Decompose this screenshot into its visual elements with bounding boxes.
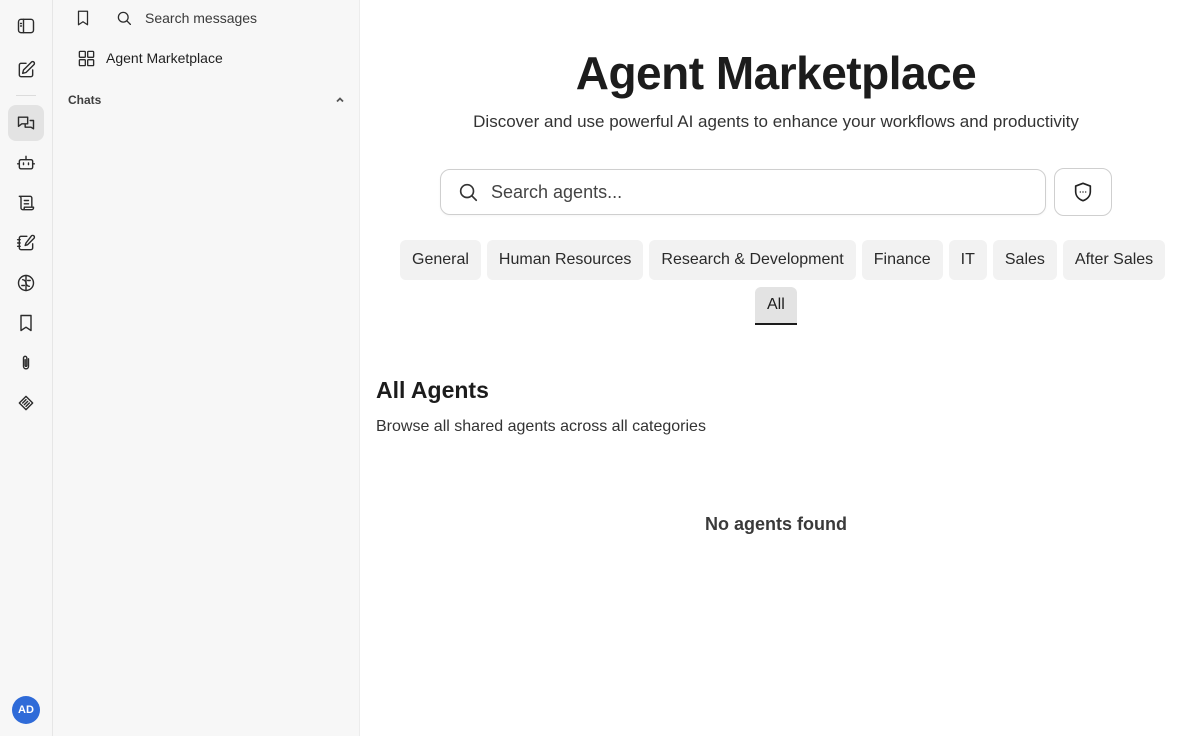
side-panel: Search messages Agent Marketplace Chats bbox=[53, 0, 360, 736]
tab-general[interactable]: General bbox=[400, 240, 481, 280]
scroll-icon bbox=[18, 195, 35, 211]
bookmark-icon bbox=[20, 314, 32, 332]
search-icon bbox=[459, 183, 478, 202]
bookmark-icon bbox=[77, 10, 89, 26]
sidebar-toggle-button[interactable] bbox=[8, 8, 44, 44]
page-title: Agent Marketplace bbox=[575, 47, 977, 99]
rail-divider bbox=[16, 95, 36, 96]
admin-settings-button[interactable] bbox=[1054, 168, 1112, 216]
bot-icon bbox=[16, 155, 36, 170]
search-icon bbox=[117, 11, 132, 26]
attachments-button[interactable] bbox=[8, 345, 44, 381]
brain-icon bbox=[17, 274, 35, 292]
tab-finance[interactable]: Finance bbox=[861, 240, 943, 280]
page-subtitle: Discover and use powerful AI agents to e… bbox=[473, 112, 1079, 131]
tab-it[interactable]: IT bbox=[948, 240, 987, 280]
empty-state-message: No agents found bbox=[705, 514, 847, 534]
section-title: All Agents bbox=[376, 377, 489, 403]
chats-icon bbox=[17, 116, 35, 130]
notebook-pen-icon bbox=[16, 234, 36, 251]
grid-icon bbox=[78, 50, 95, 66]
chats-label: Chats bbox=[68, 93, 102, 107]
shield-icon bbox=[1074, 182, 1092, 202]
new-chat-icon bbox=[18, 60, 36, 78]
new-chat-button[interactable] bbox=[8, 52, 44, 88]
tools-button[interactable] bbox=[8, 385, 44, 421]
agent-marketplace-link[interactable]: Agent Marketplace bbox=[77, 47, 223, 69]
search-messages[interactable]: Search messages bbox=[115, 8, 257, 28]
chats-section-toggle[interactable]: Chats bbox=[68, 92, 345, 108]
tab-all[interactable]: All bbox=[755, 287, 797, 325]
notes-button[interactable] bbox=[8, 225, 44, 261]
section-subtitle: Browse all shared agents across all cate… bbox=[376, 418, 706, 435]
paperclip-icon bbox=[22, 355, 30, 370]
bookmarks-button[interactable] bbox=[8, 305, 44, 341]
agent-search-box[interactable] bbox=[440, 169, 1046, 215]
prompts-button[interactable] bbox=[8, 185, 44, 221]
tab-human-resources[interactable]: Human Resources bbox=[486, 240, 644, 280]
icon-rail: AD bbox=[0, 0, 53, 736]
pen-tool-icon bbox=[18, 395, 34, 411]
tab-research-development[interactable]: Research & Development bbox=[649, 240, 856, 280]
agent-marketplace-label: Agent Marketplace bbox=[106, 50, 223, 66]
chevron-up-icon bbox=[336, 97, 344, 103]
user-avatar[interactable]: AD bbox=[12, 696, 40, 724]
memory-button[interactable] bbox=[8, 265, 44, 301]
search-messages-label: Search messages bbox=[145, 10, 258, 26]
agent-search-input[interactable] bbox=[491, 181, 1011, 203]
main-content: Agent Marketplace Discover and use power… bbox=[360, 0, 1200, 736]
chats-button[interactable] bbox=[8, 105, 44, 141]
tab-after-sales[interactable]: After Sales bbox=[1062, 240, 1166, 280]
category-tabs: General Human Resources Research & Devel… bbox=[400, 240, 1166, 280]
sidebar-toggle-icon bbox=[17, 18, 35, 34]
agents-button[interactable] bbox=[8, 145, 44, 181]
tab-sales[interactable]: Sales bbox=[992, 240, 1057, 280]
bookmark-filter-button[interactable] bbox=[73, 8, 93, 28]
